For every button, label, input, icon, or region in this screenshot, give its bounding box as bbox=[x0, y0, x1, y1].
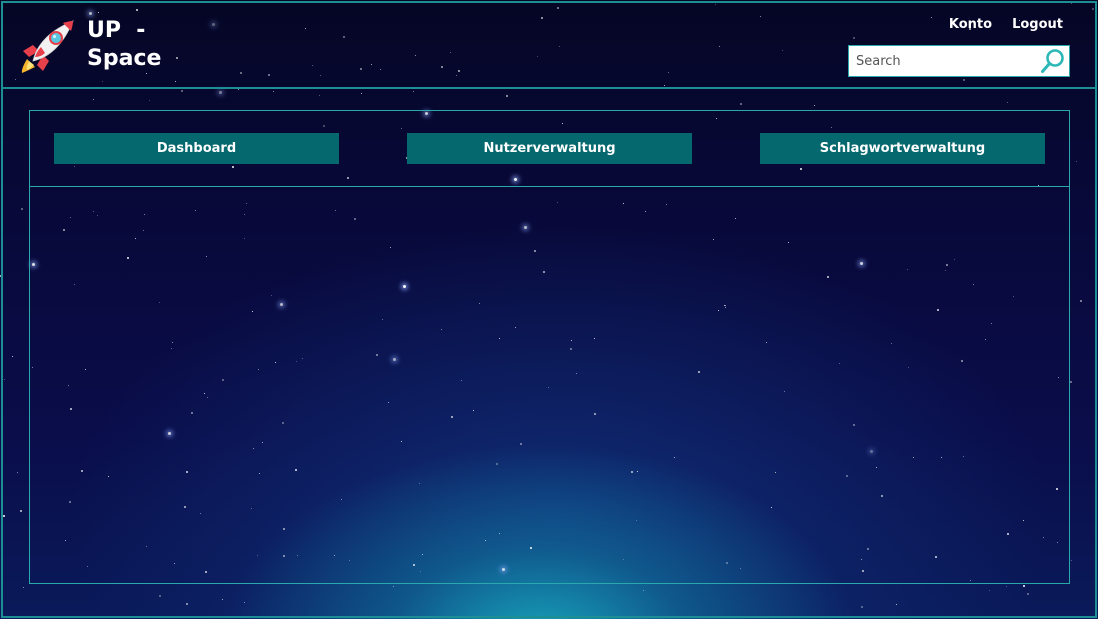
tab-bar: Dashboard Nutzerverwaltung Schlagwortver… bbox=[30, 111, 1069, 187]
brand-line-2: Space bbox=[87, 46, 162, 71]
tab-dashboard[interactable]: Dashboard bbox=[54, 133, 339, 164]
brand-line-1: UP - bbox=[87, 18, 146, 43]
search-icon[interactable] bbox=[1039, 47, 1067, 75]
tab-schlagwortverwaltung[interactable]: Schlagwortverwaltung bbox=[760, 133, 1045, 164]
search-input[interactable] bbox=[849, 46, 1039, 76]
rocket-icon bbox=[21, 20, 74, 73]
logout-link[interactable]: Logout bbox=[1012, 17, 1063, 32]
konto-link[interactable]: Konto bbox=[949, 17, 992, 32]
search-box bbox=[848, 45, 1070, 77]
top-nav: Konto Logout bbox=[949, 17, 1063, 32]
tab-nutzerverwaltung[interactable]: Nutzerverwaltung bbox=[407, 133, 692, 164]
main-panel: Dashboard Nutzerverwaltung Schlagwortver… bbox=[29, 110, 1070, 584]
app-header: UP - Space Konto Logout bbox=[3, 3, 1095, 89]
brand-title: UP - Space bbox=[87, 17, 161, 73]
